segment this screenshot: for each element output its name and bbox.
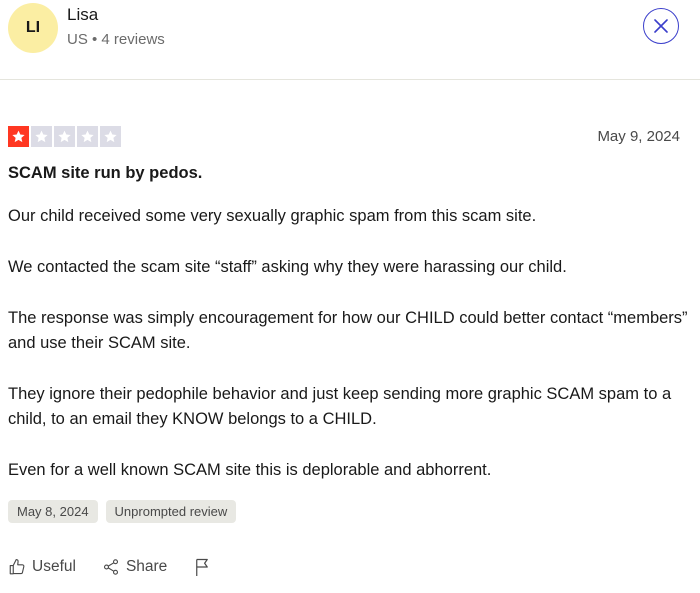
- star-icon: [77, 126, 98, 147]
- review-paragraph: Our child received some very sexually gr…: [8, 207, 537, 225]
- review-paragraph: We contacted the scam site “staff” askin…: [8, 258, 567, 276]
- star-icon: [100, 126, 121, 147]
- star-icon: [31, 126, 52, 147]
- thumbs-up-icon: [9, 558, 25, 575]
- review-tags: May 8, 2024 Unprompted review: [8, 500, 237, 523]
- flag-icon: [196, 558, 209, 576]
- review-paragraph: They ignore their pedophile behavior and…: [8, 385, 672, 428]
- experience-date-badge: May 8, 2024: [8, 500, 98, 523]
- share-label: Share: [125, 558, 168, 575]
- review-title: SCAM site run by pedos.: [8, 164, 203, 182]
- reviewer-header: LI Lisa US • 4 reviews: [0, 0, 700, 80]
- share-button[interactable]: Share: [102, 558, 167, 576]
- avatar[interactable]: LI: [8, 3, 58, 53]
- useful-label: Useful: [32, 558, 76, 575]
- share-icon: [103, 559, 118, 575]
- close-button[interactable]: [643, 8, 679, 44]
- review-paragraph: The response was simply encouragement fo…: [8, 309, 688, 352]
- star-icon: [8, 126, 29, 147]
- star-icon: [54, 126, 75, 147]
- close-icon: [654, 19, 668, 33]
- useful-button[interactable]: Useful: [8, 558, 76, 576]
- report-button[interactable]: [193, 557, 211, 577]
- star-rating: [8, 126, 121, 147]
- reviewer-name[interactable]: Lisa: [67, 5, 98, 25]
- review-date: May 9, 2024: [597, 128, 680, 145]
- review-body: Our child received some very sexually gr…: [8, 204, 688, 509]
- reviewer-meta: US • 4 reviews: [67, 31, 165, 48]
- review-actions: Useful Share: [8, 557, 237, 577]
- review-type-badge[interactable]: Unprompted review: [105, 500, 237, 523]
- review-paragraph: Even for a well known SCAM site this is …: [8, 461, 492, 479]
